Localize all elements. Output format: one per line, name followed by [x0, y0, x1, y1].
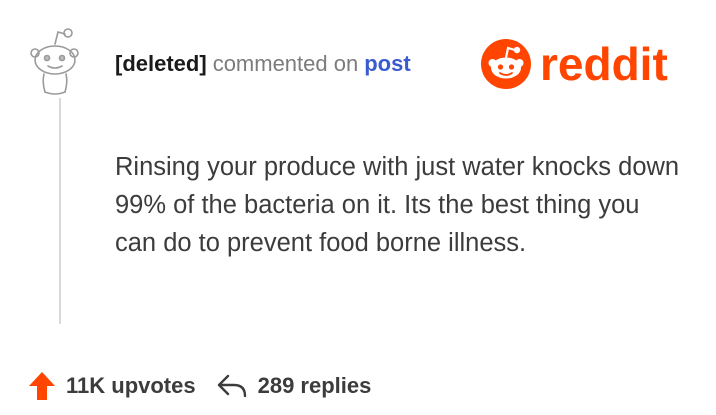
comment-header: [deleted] commented on post: [115, 48, 411, 80]
comment-body: Rinsing your produce with just water kno…: [115, 153, 680, 257]
avatar: [28, 26, 80, 98]
reddit-logo[interactable]: reddit: [480, 36, 668, 92]
reply-count: 289 replies: [257, 373, 372, 398]
reddit-wordmark: reddit: [540, 38, 668, 90]
post-link[interactable]: post: [364, 48, 410, 80]
action-text: commented on: [212, 51, 359, 76]
comment-footer: 11K upvotes 289 replies: [28, 366, 371, 406]
deleted-user-snoo-icon: [30, 28, 79, 95]
reply-button[interactable]: 289 replies: [216, 372, 372, 400]
upvote-count: 11K upvotes: [66, 373, 196, 398]
upvote-arrow-icon: [29, 372, 55, 400]
thread-line[interactable]: [59, 98, 61, 324]
reply-arrow-icon: [217, 374, 246, 398]
upvote-button[interactable]: 11K upvotes: [28, 371, 196, 401]
reddit-snoo-icon: [481, 39, 531, 89]
username[interactable]: [deleted]: [115, 48, 207, 80]
